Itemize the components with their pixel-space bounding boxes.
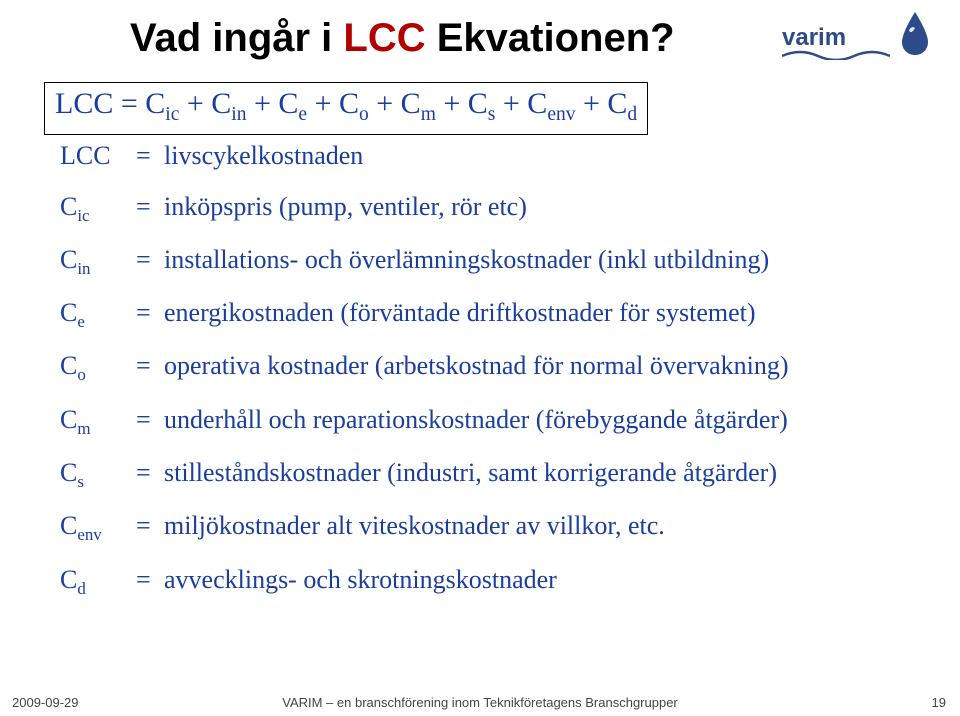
definition-text: livscykelkostnaden	[164, 140, 912, 173]
definition-row: Cin=installations- och överlämningskostn…	[60, 244, 912, 279]
slide-title: Vad ingår i LCC Ekvationen?	[130, 16, 675, 61]
definition-row: Co=operativa kostnader (arbetskostnad fö…	[60, 350, 912, 385]
definition-row: LCC=livscykelkostnaden	[60, 140, 912, 173]
title-part2: LCC	[343, 16, 425, 60]
definition-symbol: Cd	[60, 564, 136, 599]
definition-row: Cs=stilleståndskostnader (industri, samt…	[60, 457, 912, 492]
definition-text: operativa kostnader (arbetskostnad för n…	[164, 350, 912, 383]
wave-icon	[782, 50, 890, 60]
definition-row: Cd=avvecklings- och skrotningskostnader	[60, 564, 912, 599]
definition-symbol: Cin	[60, 244, 136, 279]
definition-text: energikostnaden (förväntade driftkostnad…	[164, 297, 912, 330]
equals-sign: =	[136, 244, 164, 277]
definition-row: Cenv=miljökostnader alt viteskostnader a…	[60, 510, 912, 545]
equation-box: LCC = Cic + Cin + Ce + Co + Cm + Cs + Ce…	[44, 82, 648, 135]
definition-symbol: LCC	[60, 140, 136, 173]
equals-sign: =	[136, 510, 164, 543]
equals-sign: =	[136, 457, 164, 490]
equals-sign: =	[136, 564, 164, 597]
equals-sign: =	[136, 140, 164, 173]
definition-row: Cm=underhåll och reparationskostnader (f…	[60, 404, 912, 439]
definition-text: avvecklings- och skrotningskostnader	[164, 564, 912, 597]
equation-text: LCC = Cic + Cin + Ce + Co + Cm + Cs + Ce…	[55, 87, 637, 120]
logo-text: varim	[782, 24, 846, 52]
definition-symbol: Cenv	[60, 510, 136, 545]
definition-text: inköpspris (pump, ventiler, rör etc)	[164, 191, 912, 224]
definition-text: installations- och överlämningskostnader…	[164, 244, 912, 277]
definition-text: stilleståndskostnader (industri, samt ko…	[164, 457, 912, 490]
footer: 2009-09-29 VARIM – en branschförening in…	[0, 688, 960, 716]
definition-symbol: Cm	[60, 404, 136, 439]
definition-row: Ce=energikostnaden (förväntade driftkost…	[60, 297, 912, 332]
definition-symbol: Ce	[60, 297, 136, 332]
footer-page: 19	[932, 695, 946, 710]
definition-text: underhåll och reparationskostnader (före…	[164, 404, 912, 437]
definition-symbol: Co	[60, 350, 136, 385]
footer-center: VARIM – en branschförening inom Teknikfö…	[0, 695, 960, 710]
title-part1: Vad ingår i	[130, 16, 343, 60]
definition-text: miljökostnader alt viteskostnader av vil…	[164, 510, 912, 543]
slide: varim Vad ingår i LCC Ekvationen? LCC = …	[0, 0, 960, 716]
title-part3: Ekvationen?	[426, 16, 675, 60]
definition-symbol: Cs	[60, 457, 136, 492]
equals-sign: =	[136, 350, 164, 383]
water-drop-icon	[898, 10, 932, 56]
definition-row: Cic=inköpspris (pump, ventiler, rör etc)	[60, 191, 912, 226]
footer-date: 2009-09-29	[12, 695, 79, 710]
equals-sign: =	[136, 404, 164, 437]
varim-logo: varim	[782, 10, 932, 62]
equals-sign: =	[136, 297, 164, 330]
definitions-list: LCC=livscykelkostnadenCic=inköpspris (pu…	[60, 140, 912, 617]
equals-sign: =	[136, 191, 164, 224]
definition-symbol: Cic	[60, 191, 136, 226]
